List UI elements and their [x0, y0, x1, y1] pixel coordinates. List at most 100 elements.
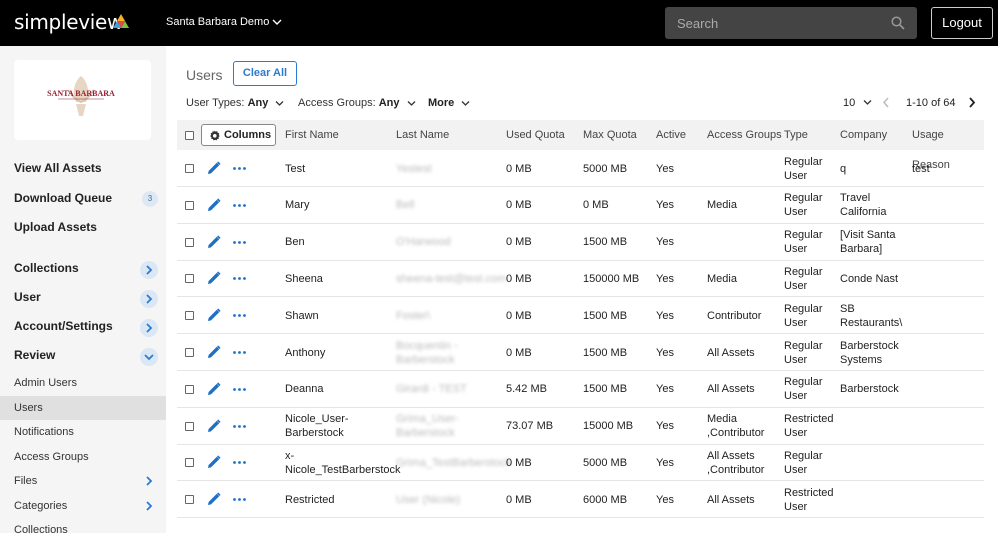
max-quota-cell: 5000 MB: [583, 456, 628, 469]
edit-pencil-icon[interactable]: [207, 345, 221, 359]
edit-pencil-icon[interactable]: [207, 198, 221, 212]
columns-label: Columns: [224, 129, 272, 141]
user-types-filter[interactable]: User Types: Any: [186, 97, 284, 109]
edit-pencil-icon[interactable]: [207, 492, 221, 506]
page-size-value: 10: [843, 97, 856, 109]
edit-pencil-icon[interactable]: [207, 271, 221, 285]
nav-view-all-assets[interactable]: View All Assets: [14, 161, 102, 175]
filter-value: Any: [378, 97, 400, 109]
col-first-name[interactable]: First Name: [285, 120, 339, 150]
more-dots-icon[interactable]: [233, 351, 246, 354]
row-checkbox[interactable]: [185, 421, 194, 431]
col-last-name[interactable]: Last Name: [396, 120, 449, 150]
expand-collections-button[interactable]: [140, 261, 158, 279]
table-row[interactable]: Mary Bell 0 MB 0 MB Yes Media Regular User Trav…: [177, 187, 984, 224]
last-name-cell: Girardi - TEST: [396, 383, 467, 396]
type-cell: Regular User: [784, 376, 823, 403]
nav-sub-admin-users[interactable]: Admin Users: [0, 371, 166, 395]
table-row[interactable]: Anthony Bocquentin - Barberstock 0 MB 1500 …: [177, 334, 984, 371]
more-dots-icon[interactable]: [233, 203, 246, 207]
row-checkbox[interactable]: [185, 164, 194, 173]
chevron-down-icon[interactable]: [272, 17, 282, 27]
more-dots-icon[interactable]: [233, 461, 246, 465]
access-groups-cell: All Assets: [707, 493, 755, 506]
active-cell: Yes: [656, 456, 674, 469]
nav-review[interactable]: Review: [14, 348, 55, 362]
nav-collections[interactable]: Collections: [14, 261, 79, 275]
more-filters-button[interactable]: More: [428, 97, 470, 109]
chevron-right-icon[interactable]: [145, 501, 153, 511]
more-dots-icon[interactable]: [233, 424, 246, 428]
nav-download-queue[interactable]: Download Queue: [14, 191, 112, 205]
col-usage-reason[interactable]: Usage Reason: [912, 120, 984, 171]
more-dots-icon[interactable]: [233, 314, 246, 318]
col-company[interactable]: Company: [840, 120, 887, 150]
org-switcher[interactable]: Santa Barbara Demo: [166, 16, 269, 28]
columns-button[interactable]: Columns: [201, 124, 276, 146]
col-max-quota[interactable]: Max Quota: [583, 120, 637, 150]
nav-upload-assets[interactable]: Upload Assets: [14, 220, 97, 234]
access-groups-cell: All Assets ,Contributor: [707, 449, 765, 476]
row-checkbox[interactable]: [185, 384, 194, 394]
edit-pencil-icon[interactable]: [207, 161, 221, 175]
row-checkbox[interactable]: [185, 200, 194, 210]
more-dots-icon[interactable]: [233, 277, 246, 281]
row-checkbox[interactable]: [185, 458, 194, 468]
select-all-checkbox[interactable]: [185, 131, 194, 140]
edit-pencil-icon[interactable]: [207, 382, 221, 396]
app-logo[interactable]: simpleview: [14, 10, 123, 34]
edit-pencil-icon[interactable]: [207, 419, 221, 433]
type-cell: Restricted User: [784, 486, 834, 513]
chevron-down-icon: [461, 100, 470, 106]
page-size-select[interactable]: 10: [843, 97, 872, 109]
nav-sub-collections[interactable]: Collections: [0, 518, 166, 533]
col-used-quota[interactable]: Used Quota: [506, 120, 565, 150]
table-row[interactable]: Nicole_User- Barberstock Grima_User- Barb…: [177, 408, 984, 445]
table-row[interactable]: Shawn Foster\ 0 MB 1500 MB Yes Contributor Reg…: [177, 297, 984, 335]
row-checkbox[interactable]: [185, 274, 194, 284]
edit-pencil-icon[interactable]: [207, 308, 221, 322]
col-access-groups[interactable]: Access Groups: [707, 120, 782, 150]
table-row[interactable]: Ben O'Harwood 0 MB 1500 MB Yes Regular User [V…: [177, 224, 984, 261]
more-dots-icon[interactable]: [233, 240, 246, 244]
more-dots-icon[interactable]: [233, 167, 246, 170]
edit-pencil-icon[interactable]: [207, 455, 221, 469]
chevron-left-icon[interactable]: [882, 97, 890, 108]
col-type[interactable]: Type: [784, 120, 808, 150]
table-row[interactable]: Restricted User (Nicole) 0 MB 6000 MB Yes All…: [177, 481, 984, 519]
collapse-review-button[interactable]: [140, 348, 158, 366]
used-quota-cell: 0 MB: [506, 236, 532, 249]
type-cell: Regular User: [784, 302, 823, 329]
nav-user[interactable]: User: [14, 290, 41, 304]
table-row[interactable]: Sheena sheena-test@test.com 0 MB 150000 MB Y…: [177, 260, 984, 298]
clear-all-button[interactable]: Clear All: [233, 61, 297, 86]
access-groups-filter[interactable]: Access Groups: Any: [298, 97, 416, 109]
company-cell: Travel California: [840, 192, 887, 219]
nav-sub-access-groups[interactable]: Access Groups: [0, 445, 166, 469]
table-row[interactable]: Test Yestest 0 MB 5000 MB Yes Regular User q te…: [177, 150, 984, 187]
search-input[interactable]: [665, 7, 885, 39]
row-checkbox[interactable]: [185, 311, 194, 321]
more-dots-icon[interactable]: [233, 387, 246, 391]
expand-account-settings-button[interactable]: [140, 319, 158, 337]
nav-sub-files[interactable]: Files: [0, 469, 166, 493]
nav-sub-users[interactable]: Users: [0, 396, 166, 420]
nav-sub-categories[interactable]: Categories: [0, 494, 166, 518]
more-dots-icon[interactable]: [233, 498, 246, 502]
max-quota-cell: 15000 MB: [583, 420, 634, 433]
nav-account-settings[interactable]: Account/Settings: [14, 319, 113, 333]
expand-user-button[interactable]: [140, 290, 158, 308]
chevron-right-icon[interactable]: [145, 476, 153, 486]
edit-pencil-icon[interactable]: [207, 235, 221, 249]
download-count-badge: 3: [142, 191, 158, 207]
table-row[interactable]: Deanna Girardi - TEST 5.42 MB 1500 MB Yes All…: [177, 371, 984, 408]
row-checkbox[interactable]: [185, 348, 194, 357]
chevron-right-icon[interactable]: [968, 97, 976, 108]
row-checkbox[interactable]: [185, 495, 194, 505]
row-checkbox[interactable]: [185, 237, 194, 247]
nav-sub-notifications[interactable]: Notifications: [0, 420, 166, 444]
table-row[interactable]: x- Nicole_TestBarberstock Grima_TestBarbe…: [177, 444, 984, 482]
logout-button[interactable]: Logout: [931, 7, 993, 39]
col-active[interactable]: Active: [656, 120, 686, 150]
search-icon[interactable]: [891, 16, 905, 30]
